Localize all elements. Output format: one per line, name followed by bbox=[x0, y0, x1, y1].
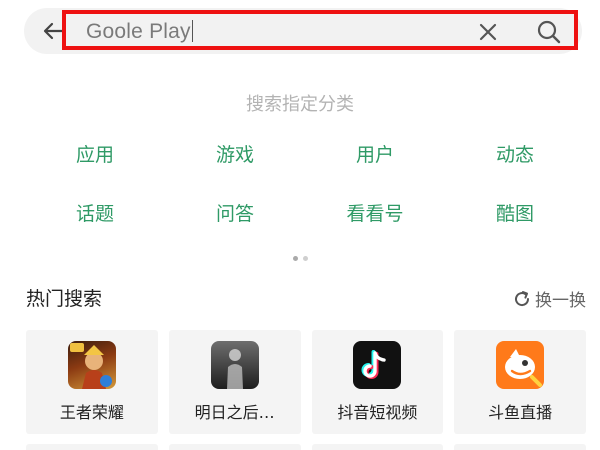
app-name: 抖音短视频 bbox=[337, 403, 418, 422]
close-icon bbox=[479, 23, 497, 41]
page-dot bbox=[302, 256, 308, 261]
honor-of-kings-icon bbox=[67, 341, 116, 389]
category-row: 应用 游戏 用户 动态 bbox=[25, 140, 585, 199]
search-icon bbox=[537, 20, 561, 44]
app-card[interactable]: 明日之后… bbox=[168, 330, 301, 434]
lifeafter-icon bbox=[210, 341, 259, 389]
category-qa[interactable]: 问答 bbox=[165, 199, 305, 258]
refresh-button[interactable]: 换一换 bbox=[513, 286, 586, 311]
category-apps[interactable]: 应用 bbox=[25, 140, 165, 199]
app-card-partial[interactable] bbox=[168, 444, 301, 450]
category-cool-images[interactable]: 酷图 bbox=[445, 199, 585, 258]
page-dot-active bbox=[292, 256, 298, 261]
category-section-title: 搜索指定分类 bbox=[246, 94, 354, 115]
app-card-partial[interactable] bbox=[311, 444, 444, 450]
search-value: Goole Play bbox=[86, 20, 191, 43]
category-row: 话题 问答 看看号 酷图 bbox=[25, 199, 585, 258]
search-button[interactable] bbox=[536, 19, 562, 45]
text-caret bbox=[191, 20, 193, 42]
next-app-row bbox=[26, 444, 586, 450]
app-name: 斗鱼直播 bbox=[488, 403, 553, 422]
back-arrow-icon bbox=[43, 22, 64, 40]
app-card-partial[interactable] bbox=[454, 444, 586, 450]
category-topics[interactable]: 话题 bbox=[25, 199, 165, 258]
search-input[interactable]: Goole Play bbox=[62, 10, 578, 50]
app-card-partial[interactable] bbox=[26, 444, 158, 450]
douyu-icon bbox=[496, 341, 545, 389]
app-name: 王者荣耀 bbox=[59, 403, 124, 422]
app-card[interactable]: 斗鱼直播 bbox=[454, 330, 586, 434]
app-card[interactable]: 王者荣耀 bbox=[26, 330, 158, 434]
refresh-label: 换一换 bbox=[535, 291, 586, 311]
hot-search-title: 热门搜索 bbox=[26, 288, 103, 310]
category-kankan[interactable]: 看看号 bbox=[305, 199, 445, 258]
hot-app-list: 王者荣耀 明日之后… 抖音短视频 斗鱼直播 bbox=[26, 330, 586, 434]
search-input-text[interactable]: Goole Play bbox=[86, 20, 193, 44]
category-games[interactable]: 游戏 bbox=[165, 140, 305, 199]
category-feeds[interactable]: 动态 bbox=[445, 140, 585, 199]
clear-button[interactable] bbox=[476, 20, 500, 44]
page-indicator bbox=[0, 256, 600, 261]
app-name: 明日之后… bbox=[194, 403, 275, 422]
category-grid: 应用 游戏 用户 动态 话题 问答 看看号 酷图 bbox=[25, 140, 585, 258]
app-card[interactable]: 抖音短视频 bbox=[311, 330, 444, 434]
search-screen: Goole Play 搜索指定分类 应用 游戏 用户 动态 话题 问答 看看号 … bbox=[0, 0, 600, 450]
douyin-icon bbox=[353, 341, 402, 389]
category-users[interactable]: 用户 bbox=[305, 140, 445, 199]
refresh-icon bbox=[515, 290, 530, 306]
